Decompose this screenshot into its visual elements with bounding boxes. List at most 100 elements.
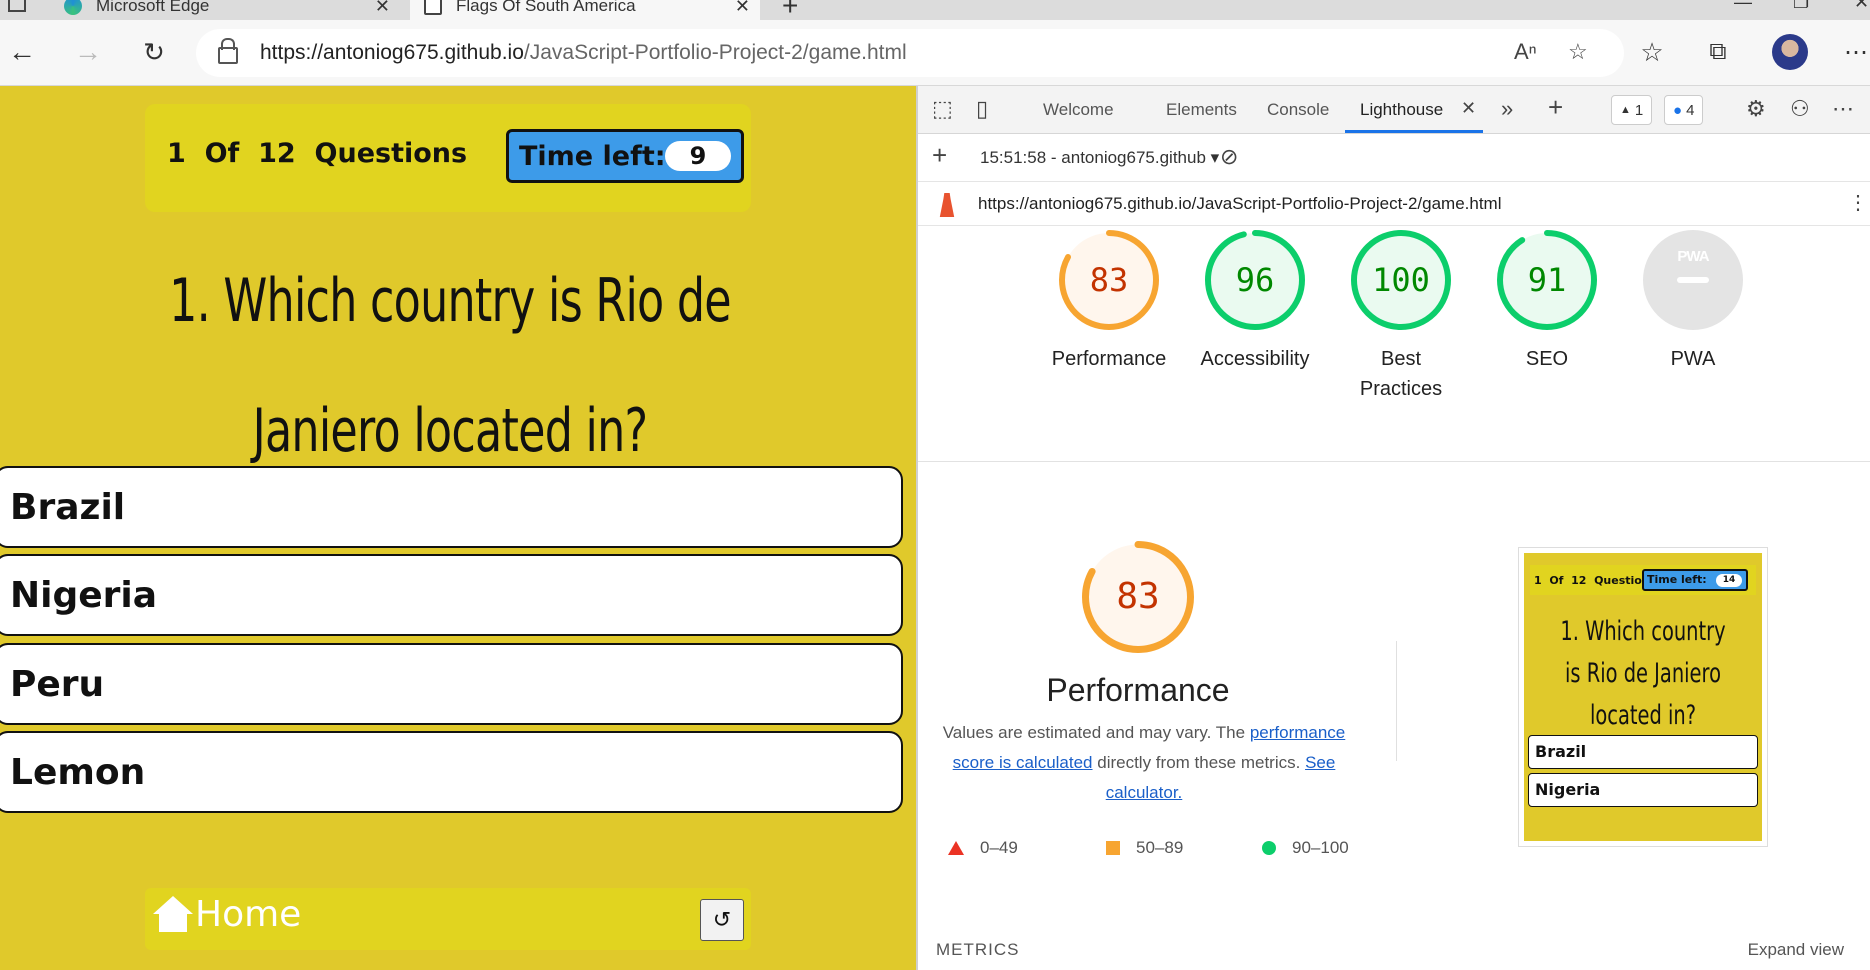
back-icon[interactable]: ←	[4, 34, 40, 70]
pass-circle-icon	[1262, 841, 1276, 855]
customize-icon[interactable]: ⚇	[1790, 96, 1810, 122]
legend-label: 0–49	[980, 838, 1018, 857]
expand-view-toggle[interactable]: Expand view	[1748, 940, 1844, 960]
close-window-icon[interactable]: ✕	[1854, 0, 1869, 13]
inspect-icon[interactable]: ⬚	[932, 96, 953, 122]
close-icon[interactable]: ✕	[735, 0, 750, 17]
page-screenshot-thumbnail[interactable]: 1 Of 12 Questions Time left: 14 1. Which …	[1518, 547, 1768, 847]
report-select[interactable]: 15:51:58 - antoniog675.github ▾	[980, 148, 1219, 168]
lighthouse-toolbar: + 15:51:58 - antoniog675.github ▾ ⊘	[918, 134, 1870, 182]
devtools-panel: ⬚ ▯ Welcome Elements Console Lighthouse …	[916, 86, 1870, 970]
answer-button[interactable]: Brazil	[0, 466, 903, 548]
gauge-score: 96	[1235, 261, 1275, 299]
answer-button[interactable]: Peru	[0, 643, 903, 725]
tab-title: Flags Of South America	[456, 0, 636, 15]
gauge-seo[interactable]: 91 SEO	[1482, 230, 1612, 374]
device-emulation-icon[interactable]: ▯	[976, 96, 988, 122]
warnings-count: 1	[1634, 101, 1644, 119]
gauge-label: Performance	[1051, 348, 1167, 370]
messages-count: 4	[1686, 101, 1695, 119]
question-of: Of	[204, 138, 240, 169]
game-page: 1 Of 12 Questions Time left: 9 1. Which …	[0, 86, 916, 970]
tab-microsoft-edge[interactable]: Microsoft Edge ✕	[50, 0, 400, 20]
lighthouse-icon	[939, 193, 955, 217]
gauge-ring: 96	[1205, 230, 1305, 330]
gauge-pwa[interactable]: PWA PWA	[1628, 230, 1758, 374]
tab-title: Microsoft Edge	[96, 0, 210, 15]
answer-button[interactable]: Lemon	[0, 731, 903, 813]
url-host: https://antoniog675.github.io	[260, 41, 524, 64]
thumbnail-counter: 1 Of 12 Questions	[1534, 574, 1657, 587]
refresh-icon[interactable]: ↻	[136, 34, 172, 70]
gauge-accessibility[interactable]: 96 Accessibility	[1190, 230, 1320, 374]
gauge-label: Best Practices	[1359, 348, 1443, 400]
timer: Time left: 9	[506, 129, 744, 183]
question-label: Questions	[314, 138, 468, 169]
favorites-icon[interactable]: ☆	[1634, 34, 1670, 70]
home-link[interactable]: Home	[153, 894, 301, 935]
url-path: /JavaScript-Portfolio-Project-2/game.htm…	[523, 41, 907, 64]
legend-fail: 0–49	[948, 838, 1018, 858]
report-time: 15:51:58 - antoniog675.github	[980, 148, 1206, 167]
report-url[interactable]: https://antoniog675.github.io/JavaScript…	[978, 194, 1502, 214]
report-url-bar: https://antoniog675.github.io/JavaScript…	[918, 182, 1870, 226]
close-icon[interactable]: ✕	[375, 0, 390, 17]
add-tab-icon[interactable]: +	[1548, 92, 1563, 123]
legend-label: 90–100	[1292, 838, 1349, 857]
home-label: Home	[195, 894, 302, 935]
fail-triangle-icon	[948, 841, 964, 855]
new-report-icon[interactable]: +	[932, 140, 947, 171]
messages-badge[interactable]: ● 4	[1664, 95, 1704, 125]
pwa-dash	[1677, 277, 1709, 283]
more-options-icon[interactable]: ⋯	[1832, 96, 1854, 122]
more-icon[interactable]: ⋯	[1838, 34, 1870, 70]
avatar[interactable]	[1772, 34, 1808, 70]
thumbnail-answer: Nigeria	[1528, 773, 1758, 807]
warning-icon: ▲	[1620, 104, 1631, 116]
address-bar[interactable]: https://antoniog675.github.io/JavaScript…	[196, 29, 1624, 77]
lock-icon[interactable]	[218, 38, 238, 64]
gauge-best-practices[interactable]: 100 Best Practices	[1336, 230, 1466, 404]
gauge-score: 91	[1527, 261, 1567, 299]
report-menu-icon[interactable]: ⋮	[1848, 190, 1868, 215]
more-tabs-icon[interactable]: »	[1501, 96, 1513, 122]
settings-icon[interactable]: ⚙	[1746, 96, 1766, 122]
gauge-ring: PWA	[1643, 230, 1743, 330]
legend-label: 50–89	[1136, 838, 1184, 857]
question-text: 1. Which country is Rio de Janiero locat…	[169, 266, 731, 466]
read-aloud-icon[interactable]: Aⁿ	[1514, 39, 1537, 65]
sidebar-toggle-icon[interactable]	[8, 0, 26, 12]
game-header: 1 Of 12 Questions Time left: 9	[145, 104, 751, 212]
performance-title: Performance	[1046, 672, 1230, 708]
performance-gauge-large: 83	[1082, 541, 1194, 653]
clear-icon[interactable]: ⊘	[1220, 144, 1238, 170]
collections-icon[interactable]: ⧉	[1700, 34, 1736, 70]
pwa-badge-icon: PWA	[1643, 230, 1743, 330]
tab-elements[interactable]: Elements	[1166, 100, 1237, 120]
tab-welcome[interactable]: Welcome	[1043, 100, 1114, 120]
question-counter: 1 Of 12 Questions	[167, 138, 467, 169]
vertical-divider	[1396, 641, 1397, 761]
gauge-label: PWA	[1670, 348, 1716, 370]
forward-icon[interactable]: →	[70, 34, 106, 70]
answer-label: Nigeria	[10, 574, 158, 616]
warnings-badge[interactable]: ▲ 1	[1611, 95, 1653, 125]
answer-button[interactable]: Nigeria	[0, 554, 903, 636]
add-favorite-icon[interactable]: ☆	[1568, 39, 1588, 65]
tab-strip: Microsoft Edge ✕ Flags Of South America …	[0, 0, 1870, 20]
url-text[interactable]: https://antoniog675.github.io/JavaScript…	[260, 41, 907, 65]
minimize-icon[interactable]: —	[1734, 0, 1752, 13]
tab-lighthouse[interactable]: Lighthouse	[1360, 100, 1443, 120]
home-icon	[153, 895, 193, 934]
maximize-icon[interactable]: ❐	[1793, 0, 1809, 13]
close-tab-icon[interactable]: ✕	[1461, 98, 1476, 119]
tab-console[interactable]: Console	[1267, 100, 1329, 120]
gauge-performance[interactable]: 83 Performance	[1044, 230, 1174, 374]
gauge-ring: 100	[1351, 230, 1451, 330]
restart-button[interactable]: ↺	[700, 899, 744, 941]
answer-label: Lemon	[10, 751, 146, 793]
new-tab-icon[interactable]: +	[782, 0, 798, 20]
question-number: 1	[167, 138, 186, 169]
tab-flags-of-south-america[interactable]: Flags Of South America ✕	[410, 0, 760, 20]
timer-label: Time left:	[519, 140, 666, 172]
